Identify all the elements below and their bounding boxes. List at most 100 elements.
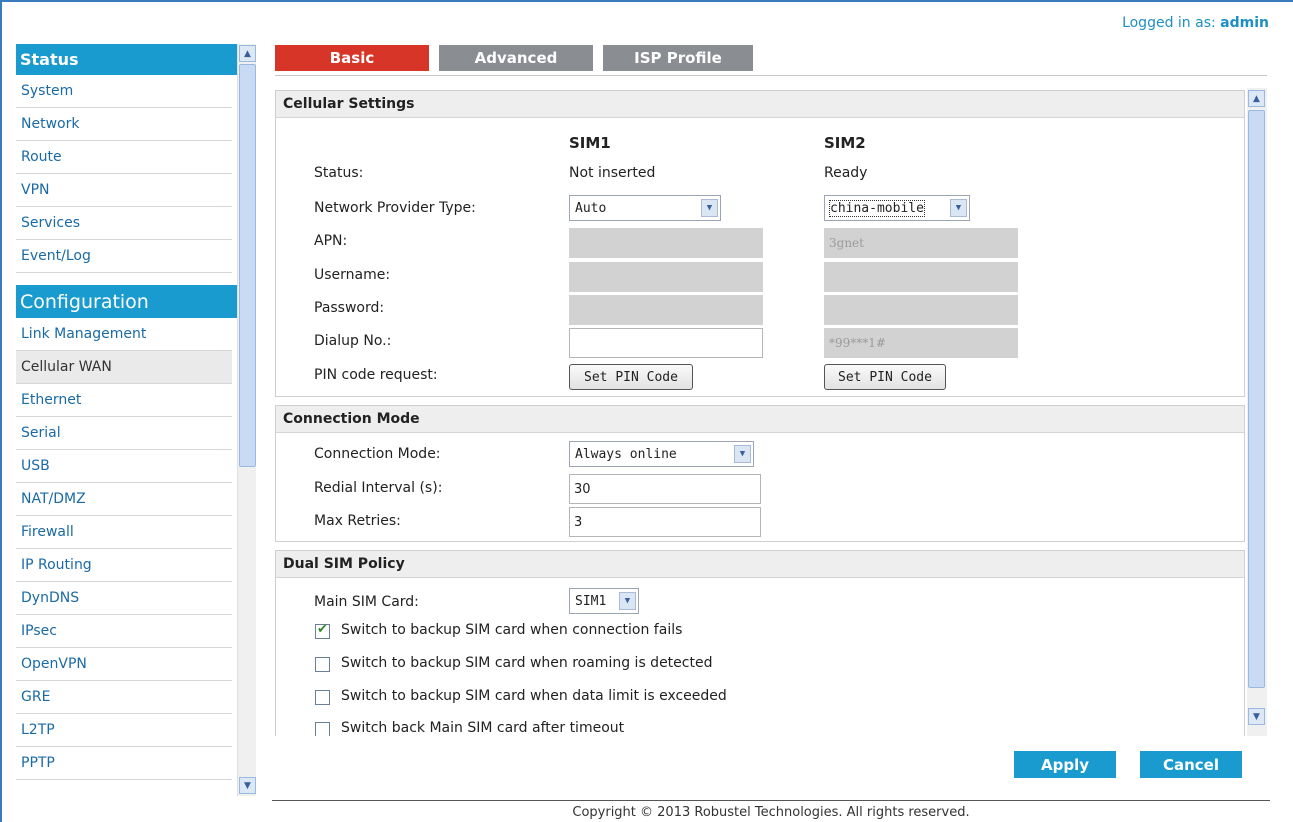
sidebar-item-network[interactable]: Network <box>16 108 232 141</box>
max-retries-field[interactable]: 3 <box>569 507 761 537</box>
connection-mode-panel: Connection Mode Connection Mode: Always … <box>275 405 1245 542</box>
cancel-button[interactable]: Cancel <box>1140 751 1242 778</box>
sidebar-item-gre[interactable]: GRE <box>16 681 232 714</box>
sim2-provider-select[interactable]: china-mobile ▼ <box>824 195 970 221</box>
tab-isp-profile[interactable]: ISP Profile <box>603 45 753 71</box>
switch-on-failure-checkbox[interactable] <box>315 622 330 639</box>
sidebar-scroll-thumb[interactable] <box>239 64 256 467</box>
sim2-password-field[interactable] <box>824 295 1018 325</box>
sidebar-item-firewall[interactable]: Firewall <box>16 516 232 549</box>
scroll-down-icon[interactable]: ▼ <box>1248 708 1265 725</box>
sim1-username-field[interactable] <box>569 262 763 292</box>
sim1-apn-field[interactable] <box>569 228 763 258</box>
footer-divider <box>272 800 1270 801</box>
sidebar-item-link-management[interactable]: Link Management <box>16 318 232 351</box>
sim1-provider-value: Auto <box>575 200 607 216</box>
sidebar-item-system[interactable]: System <box>16 75 232 108</box>
sim1-status: Not inserted <box>569 165 656 181</box>
sidebar-item-ipsec[interactable]: IPsec <box>16 615 232 648</box>
sidebar-configuration-title: Configuration <box>20 290 149 313</box>
redial-interval-field[interactable]: 30 <box>569 474 761 504</box>
switch-back-timeout-checkbox[interactable] <box>315 722 330 736</box>
sidebar-item-ethernet[interactable]: Ethernet <box>16 384 232 417</box>
sidebar-item-pptp[interactable]: PPTP <box>16 747 232 780</box>
login-status: Logged in as: admin <box>1122 15 1269 31</box>
scroll-down-icon[interactable]: ▼ <box>239 777 256 794</box>
sidebar-item-vpn[interactable]: VPN <box>16 174 232 207</box>
dual-sim-panel: Dual SIM Policy Main SIM Card: SIM1 ▼ Sw… <box>275 550 1245 736</box>
provider-type-label: Network Provider Type: <box>314 200 476 216</box>
sidebar-item-cellular-wan[interactable]: Cellular WAN <box>16 351 232 384</box>
settings-content: Cellular Settings SIM1 SIM2 Status: Not … <box>275 88 1267 736</box>
redial-interval-label: Redial Interval (s): <box>314 480 443 496</box>
switch-on-failure-label: Switch to backup SIM card when connectio… <box>341 622 683 638</box>
logged-in-label: Logged in as: <box>1122 15 1216 31</box>
username-label: Username: <box>314 267 391 283</box>
tab-advanced[interactable]: Advanced <box>439 45 593 71</box>
switch-on-roaming-label: Switch to backup SIM card when roaming i… <box>341 655 713 671</box>
sidebar-item-nat-dmz[interactable]: NAT/DMZ <box>16 483 232 516</box>
cellular-settings-title: Cellular Settings <box>276 91 1244 118</box>
window-top-border <box>0 0 1293 2</box>
cellular-settings-panel: Cellular Settings SIM1 SIM2 Status: Not … <box>275 90 1245 397</box>
apn-label: APN: <box>314 233 348 249</box>
dual-sim-title: Dual SIM Policy <box>276 551 1244 578</box>
sim2-header: SIM2 <box>824 134 866 152</box>
apply-button[interactable]: Apply <box>1014 751 1116 778</box>
chevron-down-icon: ▼ <box>701 199 718 217</box>
sidebar-item-usb[interactable]: USB <box>16 450 232 483</box>
chevron-down-icon: ▼ <box>619 592 636 610</box>
sim2-username-field[interactable] <box>824 262 1018 292</box>
switch-on-roaming-checkbox[interactable] <box>315 657 330 672</box>
sim2-provider-value: china-mobile <box>829 199 925 217</box>
dialup-label: Dialup No.: <box>314 333 392 349</box>
sim1-dialup-field[interactable] <box>569 328 763 358</box>
tab-divider <box>275 75 1267 76</box>
main-sim-value: SIM1 <box>575 593 607 609</box>
sidebar-item-route[interactable]: Route <box>16 141 232 174</box>
chevron-down-icon: ▼ <box>734 445 751 463</box>
footer-copyright: Copyright © 2013 Robustel Technologies. … <box>572 805 970 820</box>
tab-basic[interactable]: Basic <box>275 45 429 71</box>
connection-mode-select[interactable]: Always online ▼ <box>569 441 754 467</box>
switch-on-data-limit-checkbox[interactable] <box>315 690 330 705</box>
sim2-status: Ready <box>824 165 868 181</box>
sidebar-item-openvpn[interactable]: OpenVPN <box>16 648 232 681</box>
main-sim-label: Main SIM Card: <box>314 594 419 610</box>
status-label: Status: <box>314 165 364 181</box>
sidebar-scrollbar[interactable]: ▲ ▼ <box>237 44 256 796</box>
content-scrollbar[interactable]: ▲ ▼ <box>1247 88 1267 736</box>
pin-request-label: PIN code request: <box>314 367 438 383</box>
chevron-down-icon: ▼ <box>950 199 967 217</box>
scroll-up-icon[interactable]: ▲ <box>239 45 256 62</box>
sidebar-item-dyndns[interactable]: DynDNS <box>16 582 232 615</box>
sidebar-configuration-header: Configuration <box>16 285 256 318</box>
connection-mode-value: Always online <box>575 446 677 462</box>
sidebar-item-l2tp[interactable]: L2TP <box>16 714 232 747</box>
main-sim-select[interactable]: SIM1 ▼ <box>569 588 639 614</box>
sidebar-item-services[interactable]: Services <box>16 207 232 240</box>
max-retries-label: Max Retries: <box>314 513 401 529</box>
window-left-border <box>0 0 2 822</box>
sidebar: Status System Network Route VPN Services… <box>16 44 256 796</box>
sim1-header: SIM1 <box>569 134 611 152</box>
sim2-apn-field[interactable]: 3gnet <box>824 228 1018 258</box>
sim2-set-pin-button[interactable]: Set PIN Code <box>824 364 946 390</box>
scroll-up-icon[interactable]: ▲ <box>1248 90 1265 107</box>
sidebar-item-ip-routing[interactable]: IP Routing <box>16 549 232 582</box>
password-label: Password: <box>314 300 385 316</box>
connection-mode-label: Connection Mode: <box>314 446 441 462</box>
sim1-set-pin-button[interactable]: Set PIN Code <box>569 364 693 390</box>
sim1-password-field[interactable] <box>569 295 763 325</box>
content-scroll-thumb[interactable] <box>1248 110 1265 688</box>
switch-on-data-limit-label: Switch to backup SIM card when data limi… <box>341 688 727 704</box>
sidebar-item-event-log[interactable]: Event/Log <box>16 240 232 273</box>
sim2-dialup-field[interactable]: *99***1# <box>824 328 1018 358</box>
sidebar-item-serial[interactable]: Serial <box>16 417 232 450</box>
switch-back-timeout-label: Switch back Main SIM card after timeout <box>341 720 625 736</box>
connection-mode-title: Connection Mode <box>276 406 1244 433</box>
logged-in-user: admin <box>1220 15 1269 31</box>
sidebar-status-header: Status <box>16 44 256 75</box>
sidebar-status-title: Status <box>20 50 79 69</box>
sim1-provider-select[interactable]: Auto ▼ <box>569 195 721 221</box>
